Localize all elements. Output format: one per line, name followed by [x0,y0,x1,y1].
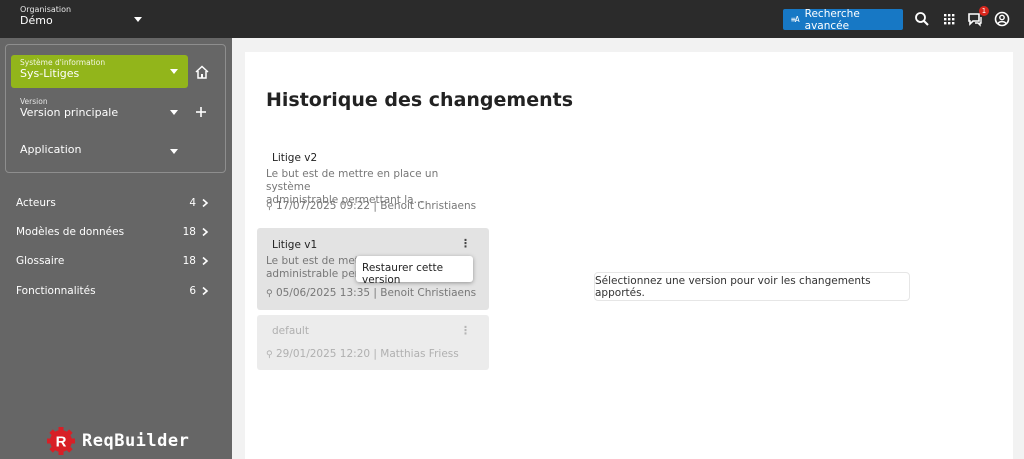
user-icon: ⚲ [266,350,273,360]
reqbuilder-logo: R ReqBuilder [46,424,189,458]
context-menu: Restaurer cette version [356,256,473,286]
version-meta: ⚲ 29/01/2025 12:20 | Matthias Friess [266,348,459,360]
version-card[interactable]: default ⋮ ⚲ 29/01/2025 12:20 | Matthias … [257,315,489,370]
user-icon: ⚲ [266,289,273,299]
add-version-icon[interactable] [195,106,207,118]
chevron-right-icon [202,286,209,296]
reqbuilder-gear-icon: R [47,427,75,455]
version-selector[interactable]: Version principale [20,106,118,119]
caret-down-icon [170,69,178,74]
sidebar-item-label: Fonctionnalités [16,285,96,297]
account-icon[interactable] [993,10,1011,28]
chevron-right-icon [202,198,209,208]
caret-down-icon[interactable] [170,149,178,154]
caret-down-icon[interactable] [170,110,178,115]
page-title: Historique des changements [266,89,574,111]
sidebar-item-glossaire[interactable]: Glossaire 18 [0,250,232,274]
top-bar: Organisation Démo ≡A Recherche avancée 1 [0,0,1024,38]
chevron-right-icon [202,227,209,237]
advanced-search-label: Recherche avancée [804,7,860,32]
information-system-value: Sys-Litiges [20,67,80,80]
version-name: default [272,325,309,337]
information-system-selector[interactable]: Système d'information Sys-Litiges [11,55,188,88]
apps-grid-icon[interactable] [940,10,958,28]
notification-badge: 1 [979,6,989,16]
description-line: Le but est de mettre en place un système [266,168,439,193]
version-meta-text: 05/06/2025 13:35 | Benoit Christiaens [275,287,477,299]
caret-down-icon[interactable] [134,17,142,22]
sidebar-item-count: 4 [189,197,196,209]
sidebar-item-count: 18 [182,226,196,238]
information-system-label: Système d'information [20,58,106,67]
organisation-selector[interactable]: Démo [20,14,53,27]
chevron-right-icon [202,256,209,266]
sidebar-item-modeles-de-donnees[interactable]: Modèles de données 18 [0,221,232,245]
empty-state-message: Sélectionnez une version pour voir les c… [594,272,910,301]
logo-text: ReqBuilder [82,431,190,451]
more-vert-icon[interactable]: ⋮ [460,324,471,337]
sidebar-item-label: Glossaire [16,255,65,267]
version-name: Litige v2 [272,152,318,164]
restore-version-menu-item[interactable]: Restaurer cette version [362,262,473,286]
sidebar-item-acteurs[interactable]: Acteurs 4 [0,192,232,216]
version-meta: ⚲ 05/06/2025 13:35 | Benoit Christiaens [266,287,476,299]
sidebar-item-fonctionnalites[interactable]: Fonctionnalités 6 [0,280,232,304]
advanced-search-button[interactable]: ≡A Recherche avancée [783,7,903,32]
version-name: Litige v1 [272,239,318,251]
organisation-label: Organisation [20,5,72,14]
version-meta: ⚲ 17/07/2025 09:22 | Benoit Christiaens [266,200,476,212]
application-selector[interactable]: Application [20,143,81,156]
search-icon[interactable] [913,10,931,28]
advanced-search-icon: ≡A [791,15,800,24]
version-card[interactable]: Litige v2 Le but est de mettre en place … [257,143,489,218]
version-meta-text: 29/01/2025 12:20 | Matthias Friess [275,348,459,360]
user-icon: ⚲ [266,202,273,212]
home-icon[interactable] [194,64,210,80]
sidebar-item-label: Modèles de données [16,226,125,238]
version-meta-text: 17/07/2025 09:22 | Benoit Christiaens [275,200,477,212]
sidebar-item-count: 18 [182,255,196,267]
version-label: Version [20,97,48,106]
more-vert-icon[interactable]: ⋮ [460,237,471,250]
sidebar-item-count: 6 [189,285,196,297]
sidebar-item-label: Acteurs [16,197,56,209]
logo-letter: R [56,434,67,451]
